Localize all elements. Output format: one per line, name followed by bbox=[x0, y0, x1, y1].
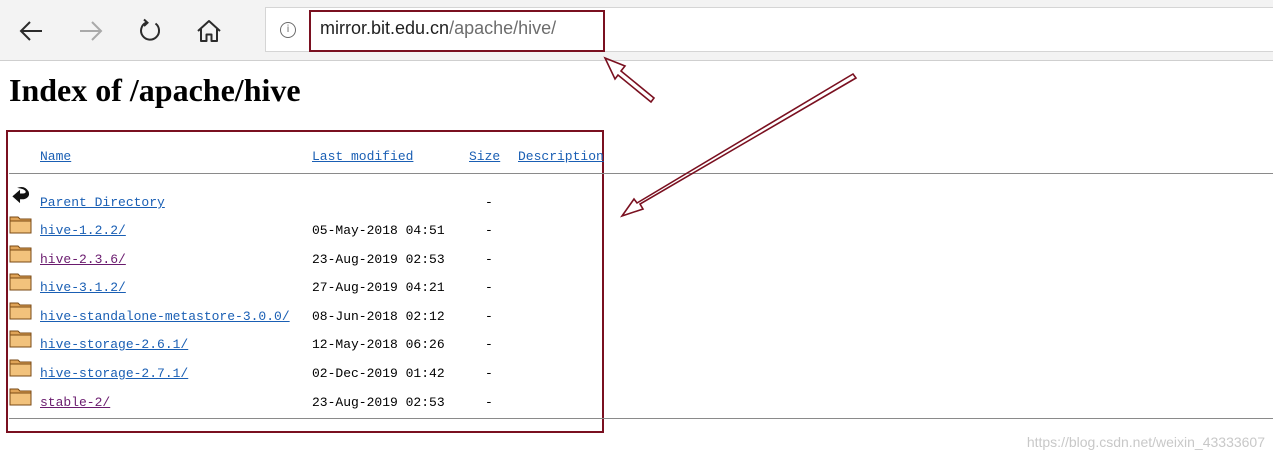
table-row: hive-storage-2.7.1/02-Dec-2019 01:42 - bbox=[0, 359, 620, 387]
table-row: hive-1.2.2/05-May-2018 04:51 - bbox=[0, 216, 620, 244]
parent-directory-size: - bbox=[485, 195, 493, 210]
directory-link[interactable]: hive-standalone-metastore-3.0.0/ bbox=[40, 309, 290, 324]
directory-link[interactable]: hive-3.1.2/ bbox=[40, 280, 126, 295]
folder-icon bbox=[9, 330, 32, 348]
back-icon bbox=[12, 186, 30, 204]
size-cell: - bbox=[485, 337, 493, 352]
parent-directory-link[interactable]: Parent Directory bbox=[40, 195, 165, 210]
directory-link[interactable]: hive-1.2.2/ bbox=[40, 223, 126, 238]
last-modified-cell: 27-Aug-2019 04:21 bbox=[312, 280, 445, 295]
folder-icon bbox=[9, 359, 32, 377]
folder-icon bbox=[9, 388, 32, 406]
column-header-size[interactable]: Size bbox=[469, 149, 500, 164]
size-cell: - bbox=[485, 309, 493, 324]
table-row: hive-standalone-metastore-3.0.0/08-Jun-2… bbox=[0, 302, 620, 330]
directory-link[interactable]: hive-2.3.6/ bbox=[40, 252, 126, 267]
back-arrow-icon bbox=[19, 21, 42, 41]
size-cell: - bbox=[485, 280, 493, 295]
folder-icon bbox=[9, 302, 32, 320]
directory-link[interactable]: stable-2/ bbox=[40, 395, 110, 410]
browser-toolbar: i mirror.bit.edu.cn/apache/hive/ bbox=[0, 0, 1273, 61]
last-modified-cell: 12-May-2018 06:26 bbox=[312, 337, 445, 352]
home-icon bbox=[197, 20, 221, 42]
back-button[interactable] bbox=[14, 14, 48, 48]
size-cell: - bbox=[485, 252, 493, 267]
last-modified-cell: 02-Dec-2019 01:42 bbox=[312, 366, 445, 381]
column-header-description[interactable]: Description bbox=[518, 149, 604, 164]
url-annotation-box bbox=[309, 10, 605, 52]
header-divider bbox=[9, 173, 1273, 174]
column-header-name[interactable]: Name bbox=[40, 149, 71, 164]
last-modified-cell: 23-Aug-2019 02:53 bbox=[312, 395, 445, 410]
folder-icon bbox=[9, 273, 32, 291]
last-modified-cell: 05-May-2018 04:51 bbox=[312, 223, 445, 238]
table-row: hive-storage-2.6.1/12-May-2018 06:26 - bbox=[0, 330, 620, 358]
home-button[interactable] bbox=[192, 14, 226, 48]
refresh-button[interactable] bbox=[133, 14, 167, 48]
table-row: hive-3.1.2/27-Aug-2019 04:21 - bbox=[0, 273, 620, 301]
table-row: stable-2/23-Aug-2019 02:53 - bbox=[0, 388, 620, 416]
directory-link[interactable]: hive-storage-2.6.1/ bbox=[40, 337, 188, 352]
folder-icon bbox=[9, 216, 32, 234]
size-cell: - bbox=[485, 366, 493, 381]
size-cell: - bbox=[485, 395, 493, 410]
arrow-to-listing bbox=[619, 72, 858, 218]
folder-icon bbox=[9, 245, 32, 263]
watermark: https://blog.csdn.net/weixin_43333607 bbox=[1026, 434, 1265, 450]
refresh-icon bbox=[140, 18, 160, 41]
footer-divider bbox=[9, 418, 1273, 419]
directory-link[interactable]: hive-storage-2.7.1/ bbox=[40, 366, 188, 381]
page-title: Index of /apache/hive bbox=[9, 72, 301, 108]
last-modified-cell: 08-Jun-2018 02:12 bbox=[312, 309, 445, 324]
parent-directory-row: Parent Directory - bbox=[0, 186, 620, 216]
forward-button[interactable] bbox=[74, 14, 108, 48]
arrow-to-url bbox=[603, 56, 656, 104]
column-header-last-modified[interactable]: Last modified bbox=[312, 149, 413, 164]
info-icon[interactable]: i bbox=[280, 22, 296, 38]
last-modified-cell: 23-Aug-2019 02:53 bbox=[312, 252, 445, 267]
forward-arrow-icon bbox=[80, 21, 103, 41]
size-cell: - bbox=[485, 223, 493, 238]
table-row: hive-2.3.6/23-Aug-2019 02:53 - bbox=[0, 245, 620, 273]
